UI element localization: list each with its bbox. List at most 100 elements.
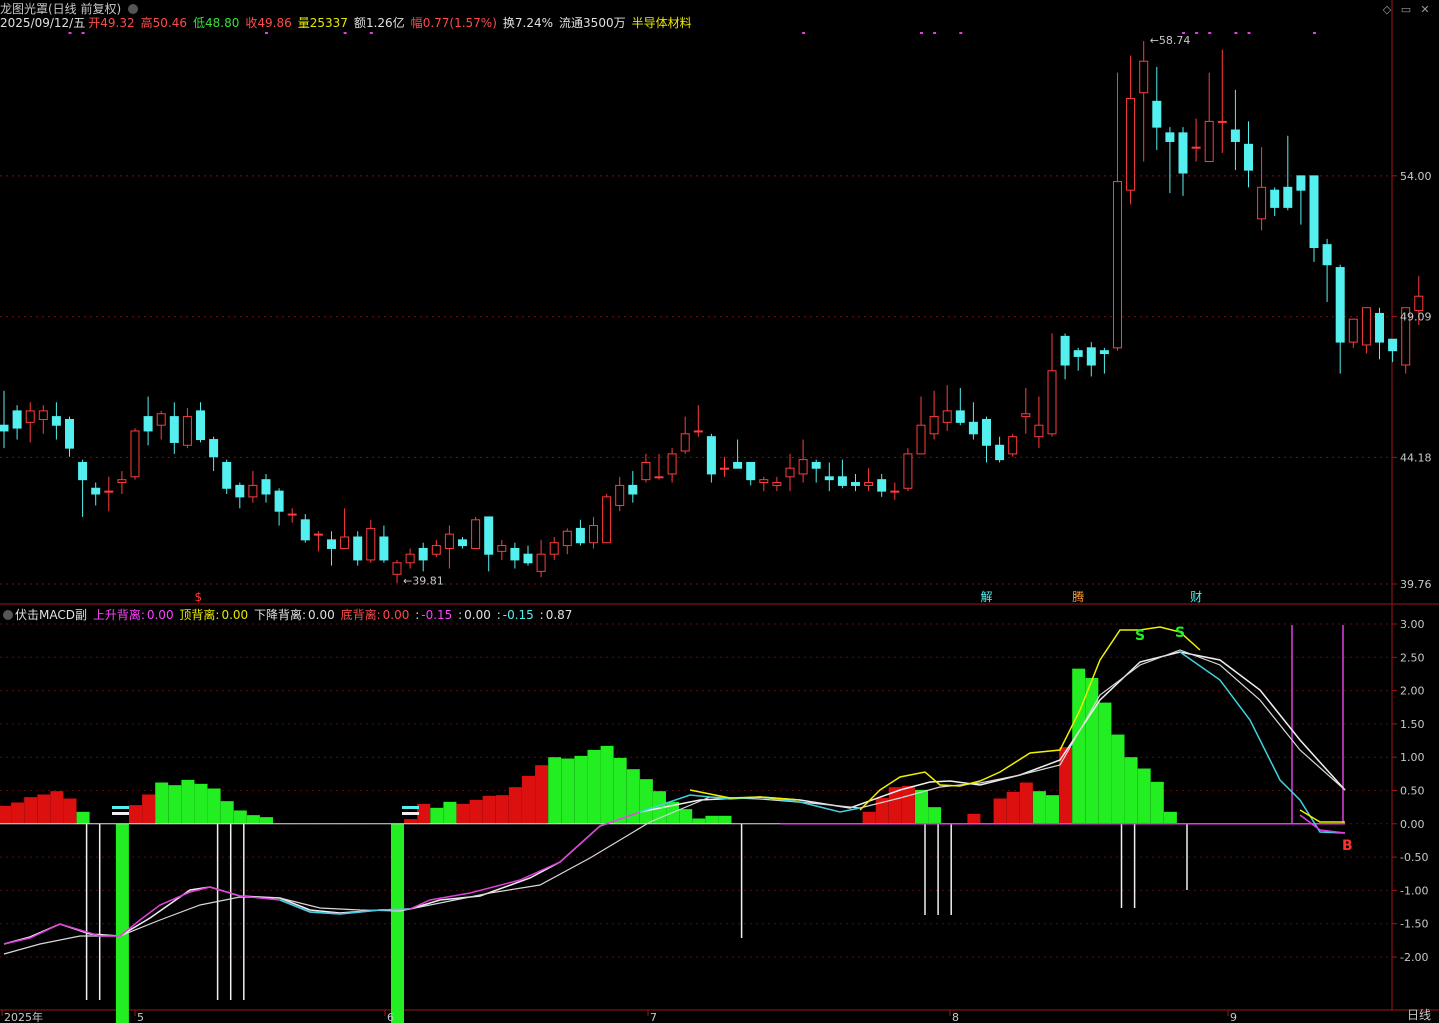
macd-tick-label: -0.50 bbox=[1400, 851, 1428, 864]
macd-hist-bar bbox=[915, 789, 928, 824]
candle-up bbox=[1113, 181, 1122, 349]
candle-down bbox=[1309, 175, 1319, 249]
chart-canvas[interactable]: 54.00 49.09 44.18 39.76 3.00 2.50 2.00 1.50 1.00… bbox=[0, 0, 1439, 1023]
candle-up bbox=[1034, 424, 1044, 438]
macd-tick-label: 3.00 bbox=[1400, 618, 1425, 631]
macd-hist-bar bbox=[548, 757, 562, 824]
signal-dot bbox=[343, 32, 347, 34]
signal-dot bbox=[1247, 32, 1251, 34]
candle-up bbox=[1191, 146, 1201, 149]
candle-up bbox=[890, 490, 900, 493]
macd-hist-bar bbox=[692, 818, 706, 824]
period-label[interactable]: 日线 bbox=[1407, 1006, 1431, 1023]
candle-down bbox=[235, 484, 245, 498]
candle-up bbox=[1348, 318, 1358, 343]
macd-hist-bar bbox=[535, 765, 549, 824]
macd-hist-bar bbox=[1006, 791, 1020, 824]
macd-hist-bar bbox=[129, 805, 142, 824]
candle-up bbox=[693, 430, 703, 433]
signal-dot bbox=[81, 32, 85, 34]
macd-hist-bar bbox=[260, 817, 273, 824]
candle-down bbox=[628, 484, 638, 495]
time-tick-label: 5 bbox=[137, 1011, 144, 1023]
macd-hist-bar bbox=[639, 779, 653, 824]
event-marker-teng: 腾 bbox=[1072, 589, 1084, 604]
signal-dot bbox=[68, 32, 72, 34]
price-tick-label: 54.00 bbox=[1400, 170, 1432, 183]
candle-down bbox=[968, 421, 978, 435]
signal-bar-cyan bbox=[402, 806, 419, 809]
price-tick-label: 39.76 bbox=[1400, 578, 1432, 591]
candle-up bbox=[798, 459, 808, 475]
candle-down bbox=[91, 487, 101, 495]
macd-hist-bar bbox=[11, 802, 25, 824]
candle-down bbox=[1270, 189, 1280, 208]
candle-up bbox=[313, 533, 323, 536]
candle-up bbox=[1126, 97, 1136, 191]
macd-hist-bar bbox=[155, 782, 169, 824]
macd-tick-label: 2.00 bbox=[1400, 685, 1425, 698]
macd-marker-b: B bbox=[1342, 838, 1353, 854]
macd-hist-bar bbox=[993, 798, 1007, 824]
candle-down bbox=[209, 439, 219, 458]
candle-down bbox=[196, 410, 205, 441]
macd-hist-bar bbox=[168, 785, 182, 824]
macd-hist-bar bbox=[220, 801, 234, 824]
candle-up bbox=[602, 496, 612, 544]
candle-down bbox=[1296, 175, 1306, 191]
candle-up bbox=[444, 533, 454, 549]
signal-dot bbox=[265, 32, 268, 34]
candle-down bbox=[1165, 132, 1175, 142]
macd-hist-bar bbox=[142, 794, 156, 824]
macd-hist-bar bbox=[469, 799, 483, 824]
macd-hist-bar bbox=[115, 823, 129, 1023]
candle-down bbox=[982, 418, 991, 446]
macd-hist-bar bbox=[37, 794, 51, 824]
candle-up bbox=[680, 433, 690, 452]
candle-down bbox=[261, 479, 271, 495]
high-annotation: ←58.74 bbox=[1150, 34, 1191, 47]
macd-hist-bar bbox=[862, 811, 876, 824]
candle-up bbox=[864, 482, 874, 486]
macd-hist-bar bbox=[1150, 781, 1164, 824]
macd-hist-bar bbox=[181, 779, 195, 824]
macd-hist-bar bbox=[600, 745, 614, 824]
candle-up bbox=[392, 562, 402, 575]
signal-dot bbox=[1182, 32, 1185, 34]
macd-hist-bar bbox=[587, 749, 601, 824]
signal-dot bbox=[959, 32, 963, 34]
candle-down bbox=[274, 490, 284, 512]
candle-down bbox=[1152, 100, 1162, 128]
macd-hist-bar bbox=[50, 791, 64, 824]
candle-up bbox=[182, 416, 192, 446]
macd-hist-bar bbox=[391, 823, 404, 1023]
macd-hist-bar bbox=[1072, 668, 1086, 824]
macd-hist-bar bbox=[233, 810, 247, 824]
candle-down bbox=[1178, 132, 1188, 174]
low-annotation: ←39.81 bbox=[403, 575, 444, 588]
candle-up bbox=[1414, 295, 1424, 312]
macd-hist-bar bbox=[482, 795, 496, 824]
candle-down bbox=[837, 476, 847, 486]
signal-bar-white bbox=[402, 812, 419, 815]
macd-hist-bar bbox=[417, 803, 431, 824]
candle-up bbox=[497, 545, 507, 552]
macd-hist-bar bbox=[1098, 702, 1112, 824]
signal-dot bbox=[1195, 32, 1199, 34]
candle-up bbox=[1021, 413, 1031, 418]
candle-down bbox=[1375, 312, 1384, 343]
macd-hist-bar bbox=[207, 788, 221, 824]
signal-dot bbox=[1313, 32, 1316, 34]
candle-up bbox=[772, 482, 782, 486]
macd-hist-bar bbox=[63, 798, 77, 824]
macd-hist-bar bbox=[246, 815, 260, 824]
macd-hist-bar bbox=[1124, 757, 1138, 824]
signal-dot bbox=[1208, 32, 1212, 34]
price-tick-label: 49.09 bbox=[1400, 311, 1432, 324]
candle-down bbox=[995, 444, 1005, 461]
candle-down bbox=[65, 418, 74, 449]
macd-tick-label: 1.00 bbox=[1400, 751, 1425, 764]
candle-down bbox=[222, 461, 232, 489]
macd-tick-label: 2.50 bbox=[1400, 651, 1425, 664]
candle-down bbox=[1244, 143, 1253, 171]
